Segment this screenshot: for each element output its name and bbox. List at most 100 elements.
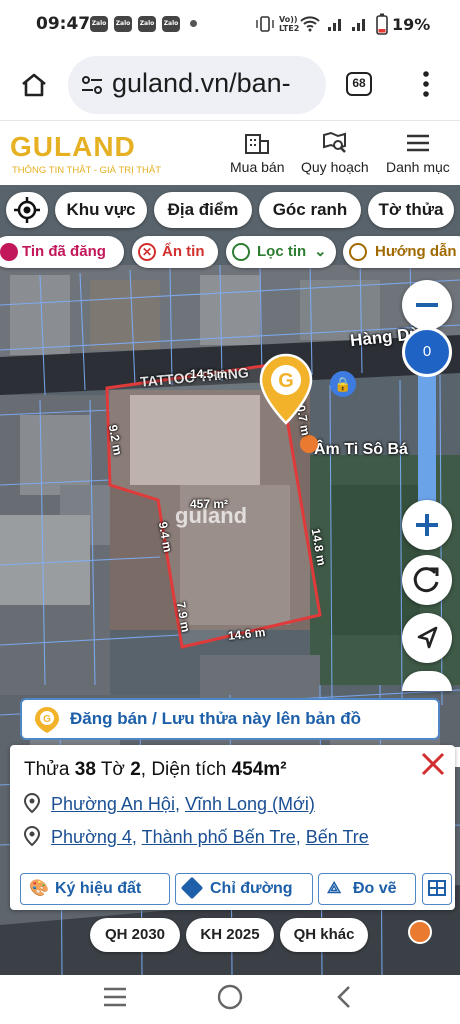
navigation-arrow-icon [417, 626, 438, 649]
loc2-ward-link[interactable]: Phường 4 [51, 827, 132, 847]
chip-an-tin[interactable]: ✕ Ẩn tin [132, 236, 218, 268]
loc1-city-link[interactable]: Vĩnh Long (Mới) [185, 794, 315, 814]
map-pin-icon [23, 792, 41, 814]
nav-danh-muc[interactable]: Danh mục [386, 131, 450, 175]
nav-mua-ban[interactable]: Mua bán [230, 131, 284, 175]
measure-label: Đo vẽ [353, 880, 397, 897]
nav-quy-hoach-label: Quy hoạch [301, 159, 369, 175]
browser-toolbar: guland.vn/ban- 68 [0, 50, 460, 120]
zoom-out-button[interactable] [402, 280, 452, 330]
chip-goc-ranh[interactable]: Góc ranh [259, 192, 361, 228]
chip-huong-dan[interactable]: Hướng dẫn [343, 236, 460, 268]
url-bar[interactable]: guland.vn/ban- [68, 56, 326, 114]
save-parcel-button[interactable]: G Đăng bán / Lưu thửa này lên bản đồ [20, 698, 440, 740]
home-icon[interactable] [20, 72, 48, 98]
my-location-button[interactable] [6, 192, 48, 228]
sheet-number: 2 [130, 759, 141, 780]
chip-huong-dan-label: Hướng dẫn [375, 243, 457, 260]
chip-khu-vuc[interactable]: Khu vực [55, 192, 147, 228]
directions-label: Chỉ đường [210, 880, 293, 897]
parcel-info-panel: Thửa 38 Tờ 2, Diện tích 454m² Phường An … [10, 745, 455, 910]
menu-icon [406, 134, 429, 152]
qh-2030-button[interactable]: QH 2030 [90, 918, 180, 952]
chip-dia-diem[interactable]: Địa điểm [154, 192, 252, 228]
guland-logo[interactable]: GULAND [10, 131, 136, 163]
battery-percent: 19% [392, 15, 431, 34]
table-icon [428, 880, 446, 896]
tab-switcher-button[interactable]: 68 [346, 72, 372, 96]
poi-label: Âm Ti Sô Bá [314, 441, 408, 458]
chip-to-thua[interactable]: Tờ thửa [368, 192, 454, 228]
vibrate-icon [256, 16, 274, 32]
chip-tin-da-dang[interactable]: Tin đã đăng [0, 236, 124, 268]
guide-icon [349, 243, 367, 261]
recent-apps-icon[interactable] [102, 986, 128, 1008]
url-text: guland.vn/ban- [112, 68, 291, 98]
back-icon[interactable] [334, 984, 354, 1010]
plus-icon-vertical [425, 514, 429, 536]
poi-marker-icon[interactable] [300, 435, 318, 453]
crosshair-icon [14, 197, 40, 223]
signal2-icon [352, 19, 365, 31]
loc2-province-link[interactable]: Bến Tre [306, 827, 369, 847]
measure-button[interactable]: ⟁ Đo vẽ [318, 873, 416, 905]
zalo-notif-icon: Zalo [162, 16, 180, 32]
land-symbols-label: Ký hiệu đất [55, 880, 142, 897]
parcel-title: Thửa 38 Tờ 2, Diện tích 454m² [24, 759, 287, 781]
zoom-in-button[interactable] [402, 500, 452, 550]
map-search-icon [322, 131, 346, 153]
logo-tagline: THÔNG TIN THẬT - GIÁ TRỊ THẬT [12, 165, 162, 176]
save-parcel-label: Đăng bán / Lưu thửa này lên bản đồ [70, 709, 361, 728]
chip-loc-tin[interactable]: Lọc tin ⌄ [226, 236, 336, 268]
map-pin-icon [23, 825, 41, 847]
guland-pin-icon: G [35, 707, 59, 733]
qh-khac-button[interactable]: QH khác [280, 918, 368, 952]
minus-icon [416, 303, 438, 307]
close-icon[interactable] [420, 751, 446, 777]
table-button[interactable] [422, 873, 452, 905]
chip-loc-tin-label: Lọc tin [257, 243, 307, 260]
posted-icon [0, 243, 18, 261]
building-icon [245, 134, 270, 154]
refresh-button[interactable] [402, 555, 452, 605]
location-row-2: Phường 4, Thành phố Bến Tre, Bến Tre [23, 825, 369, 848]
directions-button[interactable]: Chỉ đường [175, 873, 313, 905]
chevron-down-icon: ⌄ [314, 243, 327, 260]
navigate-button[interactable] [402, 613, 452, 663]
location-pin-icon[interactable]: G [258, 353, 314, 425]
loc1-ward-link[interactable]: Phường An Hội [51, 794, 175, 814]
battery-icon [376, 13, 388, 35]
zalo-notif-icon: Zalo [90, 16, 108, 32]
nav-danh-muc-label: Danh mục [386, 159, 450, 175]
hide-icon: ✕ [138, 243, 156, 261]
filter-icon [232, 243, 250, 261]
zalo-notif-icon: Zalo [138, 16, 156, 32]
area-prefix: , Diện tích [140, 759, 227, 780]
zoom-handle[interactable]: 0 [402, 327, 452, 377]
chip-an-tin-label: Ẩn tin [162, 243, 205, 260]
chip-tin-da-dang-label: Tin đã đăng [22, 243, 106, 260]
edge-label-top: 14.5 m [190, 367, 228, 381]
site-header: GULAND THÔNG TIN THẬT - GIÁ TRỊ THẬT Mua… [0, 120, 460, 185]
area-value: 454m² [231, 759, 287, 780]
palette-icon: 🎨 [29, 880, 49, 897]
site-settings-icon[interactable] [80, 74, 104, 96]
nav-quy-hoach[interactable]: Quy hoạch [301, 131, 369, 175]
location-row-1: Phường An Hội, Vĩnh Long (Mới) [23, 792, 315, 815]
directions-icon [180, 876, 204, 900]
area-label: 457 m² [190, 497, 229, 511]
zalo-notif-icon: Zalo [114, 16, 132, 32]
loc2-city-link[interactable]: Thành phố Bến Tre [142, 827, 296, 847]
land-symbols-button[interactable]: 🎨 Ký hiệu đất [20, 873, 170, 905]
parcel-number: 38 [74, 759, 96, 780]
svg-text:G: G [43, 714, 51, 725]
shop-marker-icon[interactable]: 🔒 [330, 371, 356, 397]
kh-2025-button[interactable]: KH 2025 [186, 918, 274, 952]
home-nav-icon[interactable] [216, 983, 244, 1011]
more-vert-icon[interactable] [421, 70, 431, 98]
chat-fab-icon[interactable] [408, 920, 432, 944]
status-bar: 09:47 Zalo Zalo Zalo Zalo Vo)) LTE2 19% [0, 0, 460, 50]
sheet-prefix: Tờ [100, 759, 125, 780]
clock: 09:47 [36, 14, 91, 34]
measure-icon: ⟁ [327, 880, 342, 897]
